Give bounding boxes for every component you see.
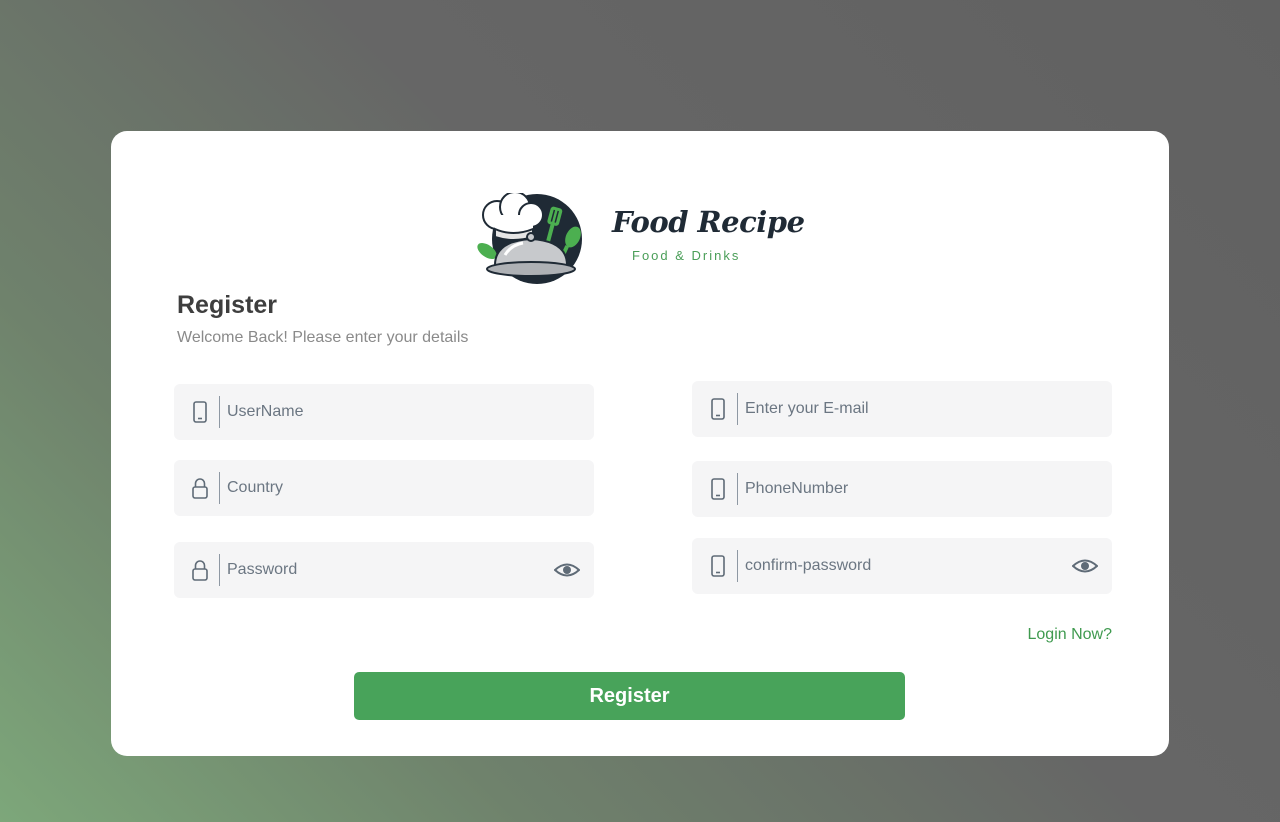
eye-icon[interactable] <box>1072 556 1098 576</box>
username-field <box>174 384 594 440</box>
country-field <box>174 460 594 516</box>
field-divider <box>219 472 220 504</box>
username-input[interactable] <box>227 384 547 440</box>
field-divider <box>219 396 220 428</box>
eye-icon[interactable] <box>554 560 580 580</box>
field-divider <box>737 473 738 505</box>
register-button[interactable]: Register <box>354 672 905 720</box>
page-subtitle: Welcome Back! Please enter your details <box>177 329 469 346</box>
register-card: Food Recipe Food & Drinks Register Welco… <box>111 131 1169 756</box>
field-divider <box>737 550 738 582</box>
country-input[interactable] <box>227 460 547 516</box>
field-divider <box>737 393 738 425</box>
confirm-password-field <box>692 538 1112 594</box>
phone-icon <box>708 553 728 579</box>
brand-title: Food Recipe <box>612 205 805 239</box>
phone-input[interactable] <box>745 461 1065 517</box>
brand-logo: Food Recipe Food & Drinks <box>473 193 805 285</box>
brand-tagline: Food & Drinks <box>632 248 741 263</box>
phone-icon <box>190 399 210 425</box>
password-field <box>174 542 594 598</box>
page-title: Register <box>177 291 278 319</box>
login-now-link[interactable]: Login Now? <box>1028 626 1113 644</box>
phone-icon <box>708 476 728 502</box>
phone-icon <box>708 396 728 422</box>
email-field <box>692 381 1112 437</box>
lock-icon <box>190 475 210 501</box>
confirm-password-input[interactable] <box>745 538 1065 594</box>
lock-icon <box>190 557 210 583</box>
chef-cloche-logo-icon <box>477 193 582 284</box>
field-divider <box>219 554 220 586</box>
password-input[interactable] <box>227 542 547 598</box>
email-input[interactable] <box>745 381 1065 437</box>
phone-field <box>692 461 1112 517</box>
